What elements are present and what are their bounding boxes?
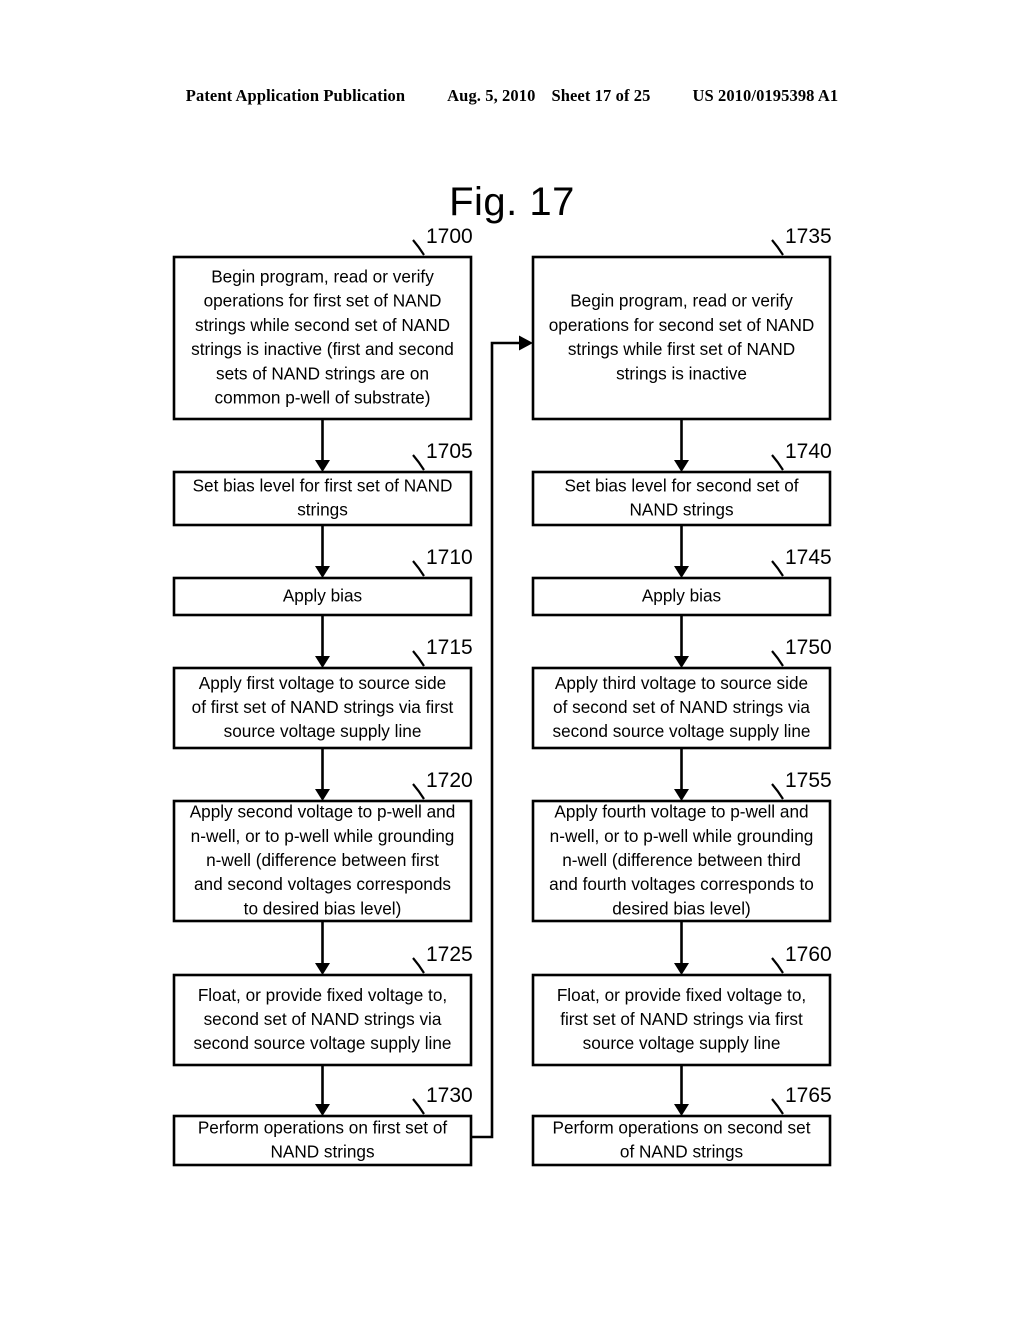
feedback-connector-1730-to-1735: [471, 335, 533, 1139]
flow-arrow: [315, 748, 330, 801]
reference-leader-line: [771, 560, 784, 577]
flow-box-label: Apply first voltage to source side of fir…: [192, 672, 454, 740]
reference-leader-line: [412, 1098, 425, 1115]
reference-leader-line: [412, 560, 425, 577]
reference-leader-line: [412, 650, 425, 667]
reference-leader-line: [771, 239, 784, 256]
flow-arrow: [674, 1065, 689, 1116]
flow-box-label: Apply bias: [283, 585, 362, 605]
feedback-arrowhead: [519, 335, 533, 351]
flowchart-diagram: Begin program, read or verify operations …: [172, 225, 832, 1167]
reference-numeral: 1700: [426, 225, 473, 248]
reference-numeral: 1715: [426, 636, 473, 659]
reference-numeral: 1705: [426, 440, 473, 463]
flow-box-label: Apply third voltage to source side of sec…: [553, 672, 811, 740]
reference-leader-line: [771, 957, 784, 974]
reference-numeral: 1740: [785, 440, 832, 463]
flow-arrow: [674, 748, 689, 801]
reference-leader-line: [412, 239, 425, 256]
reference-numeral: 1725: [426, 943, 473, 966]
flow-arrow: [674, 419, 689, 472]
reference-numeral: 1720: [426, 769, 473, 792]
reference-numeral: 1745: [785, 546, 832, 569]
reference-leader-line: [412, 783, 425, 800]
flow-arrow: [315, 525, 330, 578]
flow-box-label: Apply bias: [642, 585, 721, 605]
flow-box-label: Float, or provide fixed voltage to, secon…: [194, 984, 452, 1052]
reference-numeral: 1750: [785, 636, 832, 659]
reference-leader-line: [771, 454, 784, 471]
reference-numeral: 1735: [785, 225, 832, 248]
flow-arrow: [315, 615, 330, 668]
reference-numeral: 1760: [785, 943, 832, 966]
reference-numeral: 1765: [785, 1084, 832, 1107]
flow-arrow: [674, 615, 689, 668]
reference-leader-line: [771, 1098, 784, 1115]
reference-leader-line: [412, 957, 425, 974]
flow-arrow: [315, 921, 330, 975]
flow-arrow: [674, 525, 689, 578]
reference-leader-line: [412, 454, 425, 471]
reference-numeral: 1710: [426, 546, 473, 569]
flow-arrow: [315, 1065, 330, 1116]
reference-numeral: 1730: [426, 1084, 473, 1107]
flow-arrow: [315, 419, 330, 472]
reference-leader-line: [771, 650, 784, 667]
flow-box-1735: Begin program, read or verify operations …: [531, 225, 832, 421]
flow-box-label: Float, or provide fixed voltage to, first…: [557, 984, 806, 1052]
flow-arrow: [674, 921, 689, 975]
flow-box-1700: Begin program, read or verify operations …: [172, 225, 473, 421]
reference-leader-line: [771, 783, 784, 800]
reference-numeral: 1755: [785, 769, 832, 792]
